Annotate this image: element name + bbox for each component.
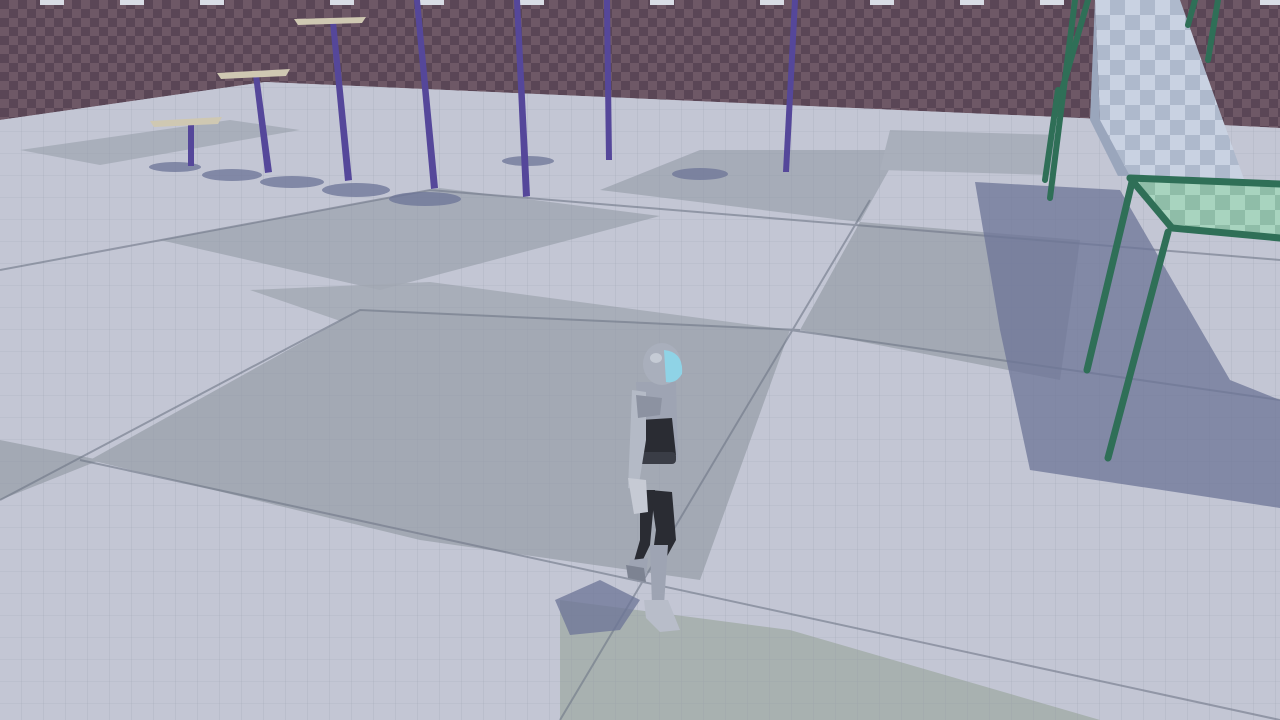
game-scene (0, 0, 1280, 720)
game-viewport[interactable] (0, 0, 1280, 720)
